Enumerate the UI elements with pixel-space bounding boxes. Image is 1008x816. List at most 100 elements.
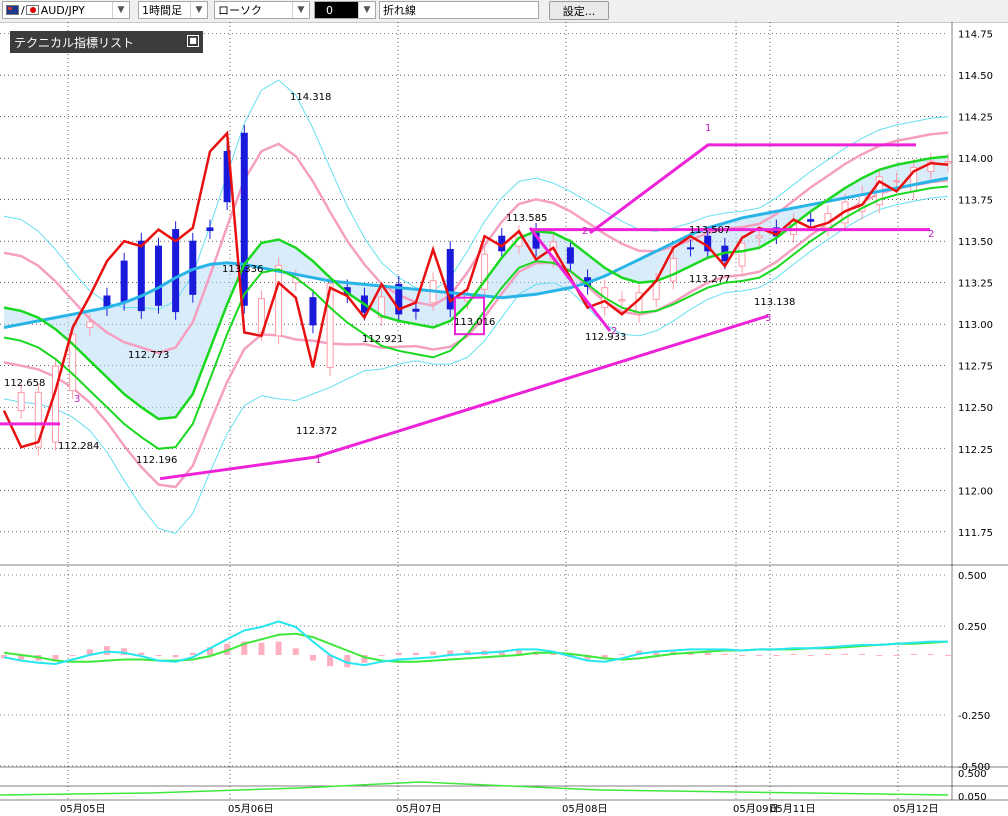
macd-histogram-bar — [172, 655, 179, 658]
candle-body — [51, 365, 59, 443]
chart-area[interactable]: 114.75 114.50 114.25 114.00 113.75 113.50 113.… — [0, 0, 1008, 816]
wave-label: 2 — [611, 326, 617, 337]
macd-histogram-bar — [258, 642, 265, 655]
macd-histogram-bar — [790, 653, 797, 655]
candle-body — [17, 392, 25, 412]
price-annotation: 113.277 — [689, 274, 730, 285]
wave-label: 1 — [315, 455, 321, 466]
macd-histogram-bar — [739, 655, 746, 656]
price-annotation: 112.658 — [4, 378, 45, 389]
collapse-icon[interactable]: ■ — [187, 35, 199, 47]
price-annotation: 113.507 — [689, 225, 730, 236]
macd-histogram-bar — [412, 652, 419, 655]
macd-histogram-bar — [69, 655, 76, 656]
x-tick-label: 05月08日 — [562, 803, 607, 815]
price-annotation: 112.196 — [136, 455, 177, 466]
macd-y-tick-label: 0.250 — [958, 622, 987, 633]
candle-body — [807, 219, 815, 222]
x-tick-label: 05月05日 — [60, 803, 105, 815]
macd-histogram-bar — [945, 655, 951, 656]
macd-histogram-bar — [842, 653, 849, 655]
macd-histogram-bar — [704, 652, 711, 655]
y-tick-label: 111.75 — [958, 528, 993, 539]
price-annotation: 113.585 — [506, 213, 547, 224]
y-tick-label: 112.25 — [958, 445, 993, 456]
bollinger-upper-2 — [3, 79, 949, 310]
candle-body — [309, 297, 317, 326]
y-tick-label: 114.50 — [958, 71, 993, 82]
price-annotation: 112.773 — [128, 350, 169, 361]
macd-histogram-bar — [103, 646, 110, 655]
wave-label: 2 — [928, 229, 934, 240]
macd-histogram-bar — [773, 655, 780, 656]
wave-label: 3 — [765, 313, 771, 324]
candle-body — [86, 321, 94, 329]
wave-label: 3 — [74, 394, 80, 405]
sub-y-tick-label: 0.500 — [958, 769, 987, 780]
y-tick-label: 113.25 — [958, 279, 993, 290]
price-annotation: 112.921 — [362, 334, 403, 345]
macd-histogram-bar — [824, 653, 831, 655]
y-tick-label: 112.50 — [958, 403, 993, 414]
ichimoku-cloud — [4, 156, 948, 419]
macd-histogram-bar — [378, 655, 385, 657]
candle-body — [669, 257, 677, 282]
candle-body — [206, 227, 214, 232]
wave-label: 1 — [705, 123, 711, 134]
y-tick-label: 113.75 — [958, 196, 993, 207]
macd-histogram-bar — [275, 641, 282, 655]
macd-histogram-bar — [876, 655, 883, 656]
y-tick-label: 112.75 — [958, 362, 993, 373]
price-annotation: 113.016 — [454, 317, 495, 328]
macd-histogram-bar — [927, 653, 934, 655]
y-tick-label: 113.50 — [958, 237, 993, 248]
macd-histogram-bar — [859, 653, 866, 655]
price-annotation: 112.933 — [585, 332, 626, 343]
macd-histogram-bar — [309, 655, 316, 661]
candle-body — [738, 242, 746, 267]
macd-y-tick-label: 0.500 — [958, 571, 987, 582]
macd-histogram-bar — [138, 652, 145, 655]
macd-histogram-bar — [618, 653, 625, 655]
candle-body — [687, 247, 695, 250]
y-tick-label: 113.00 — [958, 320, 993, 331]
macd-histogram-bar — [910, 653, 917, 655]
macd-histogram-bar — [155, 655, 162, 657]
price-annotation: 112.372 — [296, 426, 337, 437]
macd-histogram-bar — [721, 653, 728, 655]
sub-y-tick-label: 0.050 — [958, 792, 987, 803]
candle-body — [120, 260, 128, 303]
macd-histogram-bar — [756, 655, 763, 656]
price-annotation: 114.318 — [290, 92, 331, 103]
macd-histogram-bar — [807, 655, 814, 656]
macd-histogram-bar — [893, 655, 900, 656]
candle-body — [893, 180, 901, 183]
wave-label: 2 — [582, 226, 588, 237]
candle-body — [137, 240, 145, 312]
candle-body — [755, 235, 763, 239]
y-tick-label: 114.00 — [958, 154, 993, 165]
candle-body — [618, 299, 626, 302]
macd-histogram-bar — [189, 652, 196, 655]
price-annotation: 113.336 — [222, 264, 263, 275]
x-tick-label: 05月07日 — [396, 803, 441, 815]
macd-histogram-bar — [550, 653, 557, 655]
candle-body — [944, 160, 952, 164]
macd-histogram-bar — [395, 652, 402, 655]
price-annotation: 112.284 — [58, 441, 99, 452]
candle-body — [566, 247, 574, 264]
candle-body — [275, 264, 283, 337]
x-tick-label: 05月06日 — [228, 803, 273, 815]
indicator-list-panel[interactable]: テクニカル指標リスト ■ — [10, 31, 203, 53]
candle-body — [412, 308, 420, 312]
sub-indicator-line — [0, 781, 949, 796]
indicator-list-title: テクニカル指標リスト — [14, 35, 135, 50]
x-tick-label: 05月11日 — [770, 803, 815, 815]
candle-body — [240, 132, 248, 306]
macd-histogram-bar — [430, 651, 437, 655]
y-tick-label: 114.25 — [958, 113, 993, 124]
macd-y-tick-label: -0.250 — [958, 711, 990, 722]
price-annotation: 113.138 — [754, 297, 795, 308]
macd-histogram-bar — [292, 648, 299, 655]
candle-body — [154, 245, 162, 306]
